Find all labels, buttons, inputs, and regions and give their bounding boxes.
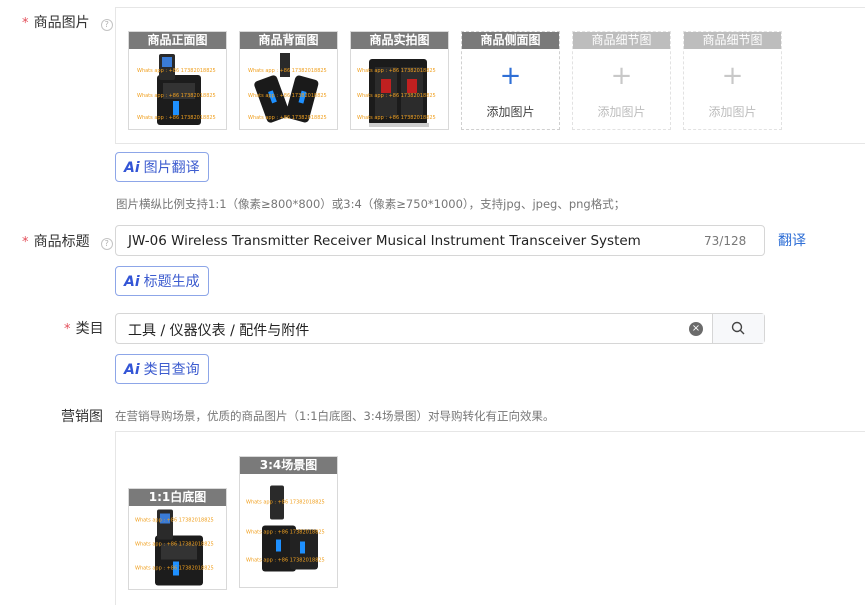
tile-caption: 商品细节图 (573, 32, 670, 49)
marketing-panel: 1:1白底图 Whats app : +86 17382018825 Whats… (115, 431, 865, 605)
marketing-image-square: Whats app : +86 17382018825 Whats app : … (135, 509, 214, 586)
image-tile-detail-add-2[interactable]: 商品细节图 + 添加图片 (683, 31, 782, 130)
svg-text:Whats app : +86 17382018825: Whats app : +86 17382018825 (357, 68, 436, 74)
search-icon (731, 321, 745, 335)
category-input[interactable]: 工具 / 仪器仪表 / 配件与附件 × (115, 313, 765, 344)
svg-text:Whats app : +86 17382018825: Whats app : +86 17382018825 (137, 115, 216, 121)
category-search-button[interactable] (713, 314, 764, 343)
category-input-value: 工具 / 仪器仪表 / 配件与附件 (128, 323, 310, 339)
svg-text:Whats app : +86 17382018825: Whats app : +86 17382018825 (246, 530, 325, 536)
tile-caption: 商品细节图 (684, 32, 781, 49)
svg-text:Whats app : +86 17382018825: Whats app : +86 17382018825 (137, 68, 216, 74)
title-label: 商品标题 (33, 234, 90, 250)
help-icon[interactable]: ? (100, 238, 113, 250)
image-tile-back[interactable]: 商品背面图 Whats app : +86 17382018825 Whats … (239, 31, 338, 130)
title-generate-button[interactable]: Ai 标题生成 (115, 266, 209, 296)
svg-text:Whats app : +86 17382018825: Whats app : +86 17382018825 (246, 558, 325, 564)
required-mark: * (64, 322, 71, 337)
required-mark: * (22, 235, 29, 250)
title-input-value: JW-06 Wireless Transmitter Receiver Musi… (128, 233, 641, 249)
image-translate-button[interactable]: Ai 图片翻译 (115, 152, 209, 182)
svg-text:Whats app : +86 17382018825: Whats app : +86 17382018825 (135, 518, 214, 524)
svg-text:Whats app : +86 17382018825: Whats app : +86 17382018825 (246, 500, 325, 506)
add-image-label: 添加图片 (708, 105, 757, 119)
tile-caption: 1:1白底图 (129, 489, 226, 506)
svg-text:Whats app : +86 17382018825: Whats app : +86 17382018825 (357, 93, 436, 99)
add-image-label: 添加图片 (486, 105, 535, 119)
product-image-real: Whats app : +86 17382018825 Whats app : … (357, 59, 436, 127)
title-label-group: * 商品标题 ? (22, 231, 113, 251)
product-images-label-group: * 商品图片 ? (22, 12, 113, 32)
marketing-label: 营销图 (61, 409, 103, 425)
product-image-back: Whats app : +86 17382018825 Whats app : … (248, 53, 327, 123)
product-images-label: 商品图片 (33, 15, 90, 31)
svg-text:Whats app : +86 17382018825: Whats app : +86 17382018825 (137, 93, 216, 99)
clear-icon[interactable]: × (689, 322, 703, 336)
svg-text:Whats app : +86 17382018825: Whats app : +86 17382018825 (357, 115, 436, 121)
svg-text:Whats app : +86 17382018825: Whats app : +86 17382018825 (248, 68, 327, 74)
category-label: 类目 (75, 321, 104, 337)
marketing-tile-square[interactable]: 1:1白底图 Whats app : +86 17382018825 Whats… (128, 488, 227, 590)
plus-icon: + (499, 61, 522, 91)
ai-icon: Ai (124, 274, 140, 290)
plus-icon: + (721, 61, 744, 91)
svg-text:Whats app : +86 17382018825: Whats app : +86 17382018825 (248, 115, 327, 121)
title-input[interactable]: JW-06 Wireless Transmitter Receiver Musi… (115, 225, 765, 256)
tile-caption: 商品背面图 (240, 32, 337, 49)
image-tile-detail-add[interactable]: 商品细节图 + 添加图片 (572, 31, 671, 130)
plus-icon: + (610, 61, 633, 91)
tile-caption: 商品侧面图 (462, 32, 559, 49)
marketing-hint: 在营销导购场景，优质的商品图片（1:1白底图、3:4场景图）对导购转化有正向效果… (115, 409, 555, 423)
tile-caption: 商品正面图 (129, 32, 226, 49)
svg-text:Whats app : +86 17382018825: Whats app : +86 17382018825 (135, 542, 214, 548)
translate-link[interactable]: 翻译 (778, 230, 806, 250)
category-label-group: * 类目 (64, 318, 104, 338)
ai-icon: Ai (124, 160, 140, 176)
ai-icon: Ai (124, 362, 140, 378)
product-image-front: Whats app : +86 17382018825 Whats app : … (137, 54, 216, 125)
product-images-panel: 商品正面图 Whats app : +86 17382018825 Whats … (115, 7, 865, 144)
svg-text:Whats app : +86 17382018825: Whats app : +86 17382018825 (248, 93, 327, 99)
image-tile-real[interactable]: 商品实拍图 Whats app : +86 17382018825 Whats … (350, 31, 449, 130)
tile-caption: 商品实拍图 (351, 32, 448, 49)
help-icon[interactable]: ? (100, 19, 113, 31)
image-translate-label: 图片翻译 (143, 160, 200, 176)
tile-caption: 3:4场景图 (240, 457, 337, 474)
marketing-image-portrait: Whats app : +86 17382018825 Whats app : … (246, 485, 325, 572)
add-image-label: 添加图片 (597, 105, 646, 119)
title-char-counter: 73/128 (704, 234, 747, 248)
title-generate-label: 标题生成 (143, 274, 200, 290)
required-mark: * (22, 16, 29, 31)
marketing-tile-portrait[interactable]: 3:4场景图 Whats app : +86 17382018825 Whats… (239, 456, 338, 588)
image-tile-front[interactable]: 商品正面图 Whats app : +86 17382018825 Whats … (128, 31, 227, 130)
image-format-hint: 图片横纵比例支持1:1（像素≥800*800）或3:4（像素≥750*1000）… (116, 197, 626, 211)
svg-text:Whats app : +86 17382018825: Whats app : +86 17382018825 (135, 566, 214, 572)
category-query-label: 类目查询 (143, 362, 200, 378)
category-query-button[interactable]: Ai 类目查询 (115, 354, 209, 384)
image-tile-side-add[interactable]: 商品侧面图 + 添加图片 (461, 31, 560, 130)
